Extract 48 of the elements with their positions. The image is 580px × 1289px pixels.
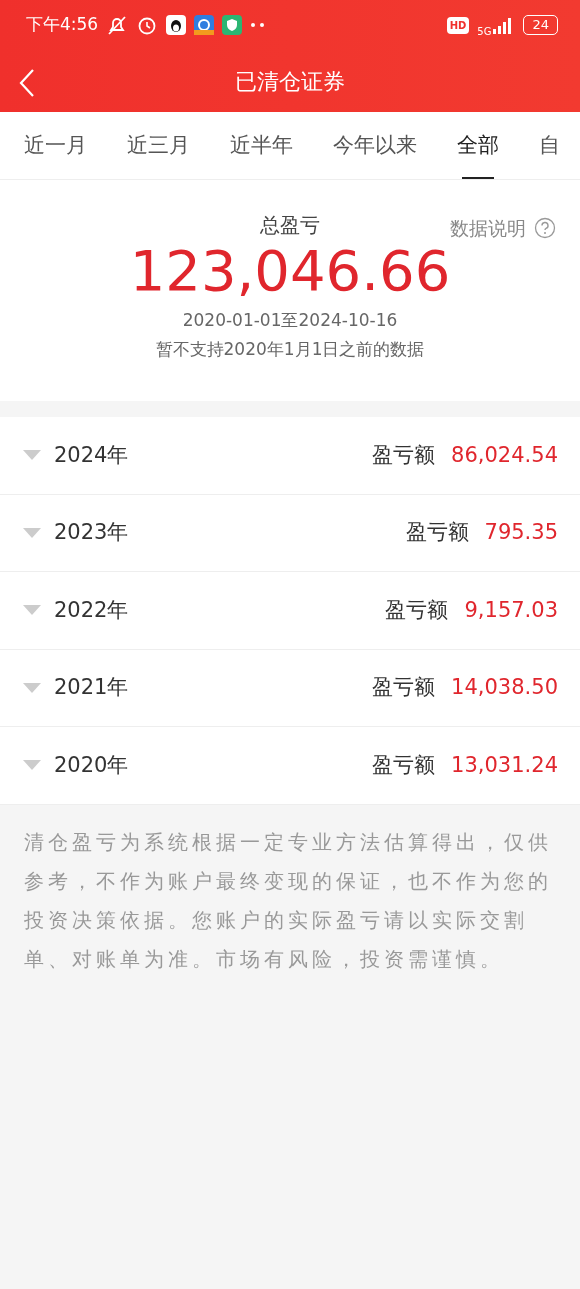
profit-label: 盈亏额 <box>372 674 436 701</box>
year-label: 2020年 <box>54 751 129 779</box>
profit-label: 盈亏额 <box>405 519 469 546</box>
period-tab[interactable]: 今年以来 <box>333 112 417 179</box>
battery: 24 <box>523 15 558 35</box>
caret-icon <box>22 449 42 462</box>
year-label: 2021年 <box>54 674 129 701</box>
hd-badge: HD <box>446 16 470 34</box>
year-label: 2022年 <box>54 596 129 624</box>
caret-icon <box>22 681 42 694</box>
period-tab[interactable]: 自 <box>539 112 560 179</box>
year-label: 2024年 <box>54 441 129 469</box>
year-row[interactable]: 2022年 盈亏额 9,157.03 <box>0 572 580 650</box>
period-tab[interactable]: 近一月 <box>24 112 87 179</box>
period-tab[interactable]: 近三月 <box>127 112 190 179</box>
total-profit: 123,046.66 <box>128 240 452 302</box>
status-time: 下午4:56 <box>26 13 99 37</box>
caret-icon <box>22 526 42 539</box>
year-row[interactable]: 2023年 盈亏额 795.35 <box>0 494 580 572</box>
profit-value: 795.35 <box>484 519 558 546</box>
penguin-app-icon <box>166 15 187 35</box>
profit-value: 14,038.50 <box>451 674 558 701</box>
shield-app-icon <box>222 15 243 35</box>
page-title: 已清仓证券 <box>235 67 345 96</box>
data-notice: 暂不支持2020年1月1日之前的数据 <box>154 338 426 362</box>
year-row[interactable]: 2020年 盈亏额 13,031.24 <box>0 727 580 805</box>
year-row[interactable]: 2021年 盈亏额 14,038.50 <box>0 649 580 727</box>
muted-bell-icon <box>106 14 129 36</box>
profit-label: 盈亏额 <box>372 441 436 469</box>
period-tab[interactable]: 全部 <box>457 112 499 179</box>
total-label: 总盈亏 <box>260 212 320 239</box>
help-icon <box>534 217 556 240</box>
profit-label: 盈亏额 <box>385 596 449 624</box>
data-explanation-link[interactable]: 数据说明 <box>450 214 526 243</box>
profit-value: 9,157.03 <box>464 596 558 624</box>
date-range: 2020-01-01至2024-10-16 <box>181 308 399 332</box>
year-row[interactable]: 2024年 盈亏额 86,024.54 <box>0 417 580 495</box>
profit-label: 盈亏额 <box>372 751 436 779</box>
year-label: 2023年 <box>54 519 129 546</box>
app-icon <box>194 15 215 35</box>
network-type: 5G <box>477 24 492 39</box>
more-icon <box>250 22 267 28</box>
caret-icon <box>22 759 42 772</box>
caret-icon <box>22 604 42 617</box>
profit-value: 86,024.54 <box>451 441 558 469</box>
disclaimer-text: 清仓盈亏为系统根据一定专业方法估算得出，仅供参考，不作为账户最终变现的保证，也不作为您的投资决策依据。您账户的实际盈亏请以实际交割单、对账单为准。市场有风险，投资需谨慎。 <box>23 828 553 973</box>
period-tab[interactable]: 近半年 <box>230 112 293 179</box>
profit-value: 13,031.24 <box>451 751 558 779</box>
